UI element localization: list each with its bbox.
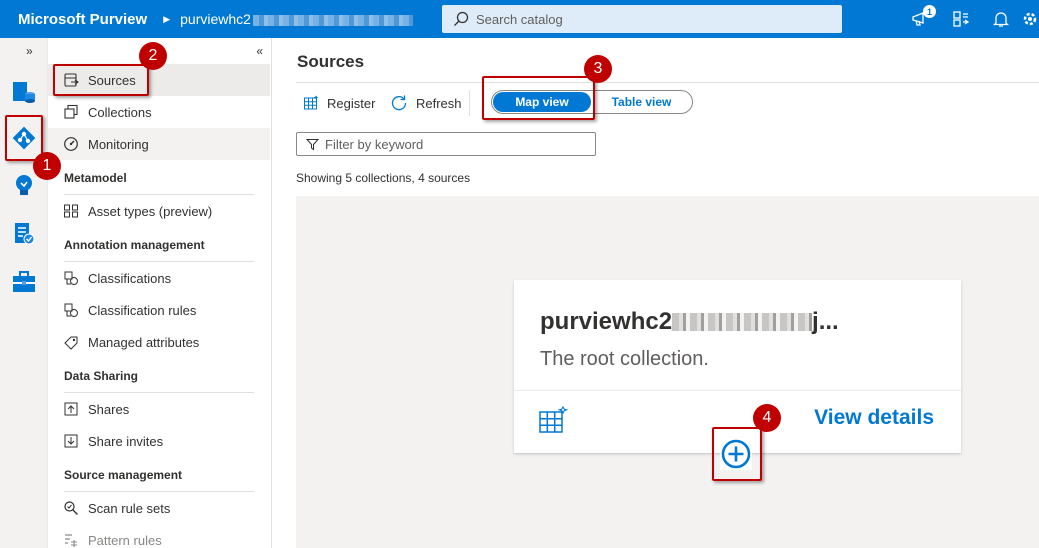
filter-input[interactable]: Filter by keyword (296, 132, 596, 156)
collections-icon (63, 104, 79, 120)
nav-panel: « Sources Collections Monitoring Metamod… (48, 38, 272, 548)
rail-data-map[interactable] (8, 122, 40, 154)
nav-item-share-invites[interactable]: Share invites (48, 425, 270, 457)
table-view-button[interactable]: Table view (591, 95, 692, 109)
callout-number-3: 3 (584, 55, 612, 83)
nav-item-asset-types[interactable]: Asset types (preview) (48, 195, 270, 227)
notification-badge: 1 (923, 5, 936, 18)
add-collection-button[interactable] (720, 438, 752, 470)
search-icon (454, 11, 469, 26)
toolbar-separator (469, 90, 470, 116)
classification-rules-icon (63, 302, 79, 318)
collection-description: The root collection. (540, 348, 709, 370)
nav-item-classifications[interactable]: Classifications (48, 262, 270, 294)
redacted-text (672, 313, 813, 331)
main-content: Sources Register Refresh Map view Table … (272, 38, 1039, 548)
nav-item-sources[interactable]: Sources (48, 64, 270, 96)
callout-number-2: 2 (139, 42, 167, 70)
account-name[interactable]: purviewhc2 (180, 11, 413, 27)
refresh-button[interactable]: Refresh (390, 92, 462, 114)
app-rail: » (0, 38, 48, 548)
nav-item-label: Collections (88, 104, 152, 120)
classification-icon (63, 270, 79, 286)
register-button[interactable]: Register (303, 92, 375, 114)
bell-icon (993, 12, 1009, 27)
refresh-icon (391, 95, 407, 111)
nav-item-label: Monitoring (88, 136, 149, 152)
nav-item-classification-rules[interactable]: Classification rules (48, 294, 270, 326)
card-divider (514, 390, 961, 391)
callout-number-4: 4 (753, 404, 781, 432)
toolbox-icon (13, 271, 35, 292)
directory-switch-button[interactable] (941, 0, 981, 38)
register-source-button[interactable] (538, 405, 569, 439)
bell-button[interactable] (981, 0, 1021, 38)
title-divider (296, 82, 1039, 83)
redacted-text (252, 14, 413, 26)
map-canvas[interactable]: purviewhc2 j... The root collection. View… (296, 196, 1039, 548)
top-bar: Microsoft Purview ▶ purviewhc2 Search ca… (0, 0, 1039, 38)
policy-icon (15, 223, 35, 245)
nav-item-label: Asset types (preview) (88, 203, 213, 219)
view-toggle: Map view Table view (491, 90, 693, 114)
register-label: Register (327, 95, 376, 111)
invite-icon (63, 433, 79, 449)
register-grid-icon (539, 405, 569, 433)
filter-placeholder: Filter by keyword (325, 136, 424, 152)
refresh-label: Refresh (416, 95, 462, 111)
scan-rule-icon (63, 500, 79, 516)
page-title: Sources (297, 52, 365, 71)
nav-item-label: Share invites (88, 433, 164, 449)
nav-section-source-management: Source management (64, 468, 183, 482)
rail-management[interactable] (8, 266, 40, 298)
nav-item-label: Managed attributes (88, 334, 200, 350)
nav-item-collections[interactable]: Collections (48, 96, 270, 128)
data-catalog-icon (13, 82, 35, 103)
breadcrumb-chevron-icon: ▶ (163, 13, 171, 24)
notifications-feedback-button[interactable]: 1 (901, 0, 941, 38)
nav-item-shares[interactable]: Shares (48, 393, 270, 425)
asset-types-icon (63, 203, 79, 219)
nav-item-monitoring[interactable]: Monitoring (48, 128, 270, 160)
search-box[interactable]: Search catalog (442, 5, 842, 33)
nav-section-metamodel: Metamodel (64, 171, 127, 185)
nav-item-label: Classifications (88, 270, 172, 286)
nav-item-label: Classification rules (88, 302, 197, 318)
sources-icon (63, 72, 79, 88)
gear-icon (1023, 12, 1037, 26)
share-icon (63, 401, 79, 417)
expand-rail-icon[interactable]: » (26, 44, 33, 58)
view-details-link[interactable]: View details (814, 406, 934, 430)
nav-item-scan-rule-sets[interactable]: Scan rule sets (48, 492, 270, 524)
settings-button[interactable] (1021, 0, 1039, 38)
lightbulb-icon (16, 175, 32, 195)
add-circle-icon (721, 439, 751, 469)
search-placeholder: Search catalog (476, 11, 563, 27)
map-view-button[interactable]: Map view (493, 92, 591, 112)
nav-item-pattern-rules[interactable]: Pattern rules (48, 524, 270, 548)
gauge-icon (63, 136, 79, 152)
brand-title[interactable]: Microsoft Purview (18, 11, 147, 28)
pattern-rules-icon (63, 532, 79, 548)
root-collection-card[interactable]: purviewhc2 j... The root collection. View… (514, 280, 961, 470)
filter-icon (306, 138, 319, 150)
nav-item-label: Scan rule sets (88, 500, 171, 516)
collapse-nav-icon[interactable]: « (256, 44, 263, 58)
nav-section-annotation: Annotation management (64, 238, 205, 252)
nav-item-label: Shares (88, 401, 130, 417)
rail-data-catalog[interactable] (8, 76, 40, 108)
nav-item-managed-attributes[interactable]: Managed attributes (48, 326, 270, 358)
nav-section-data-sharing: Data Sharing (64, 369, 139, 383)
data-map-icon (12, 126, 36, 150)
callout-number-1: 1 (33, 152, 61, 180)
register-grid-icon (304, 95, 319, 110)
result-count: Showing 5 collections, 4 sources (296, 171, 471, 185)
attributes-icon (63, 334, 79, 350)
collection-title: purviewhc2 j... (540, 308, 839, 335)
nav-item-label: Pattern rules (88, 532, 162, 548)
rail-policy[interactable] (8, 218, 40, 250)
nav-item-label: Sources (88, 72, 136, 88)
directory-icon (953, 11, 970, 27)
